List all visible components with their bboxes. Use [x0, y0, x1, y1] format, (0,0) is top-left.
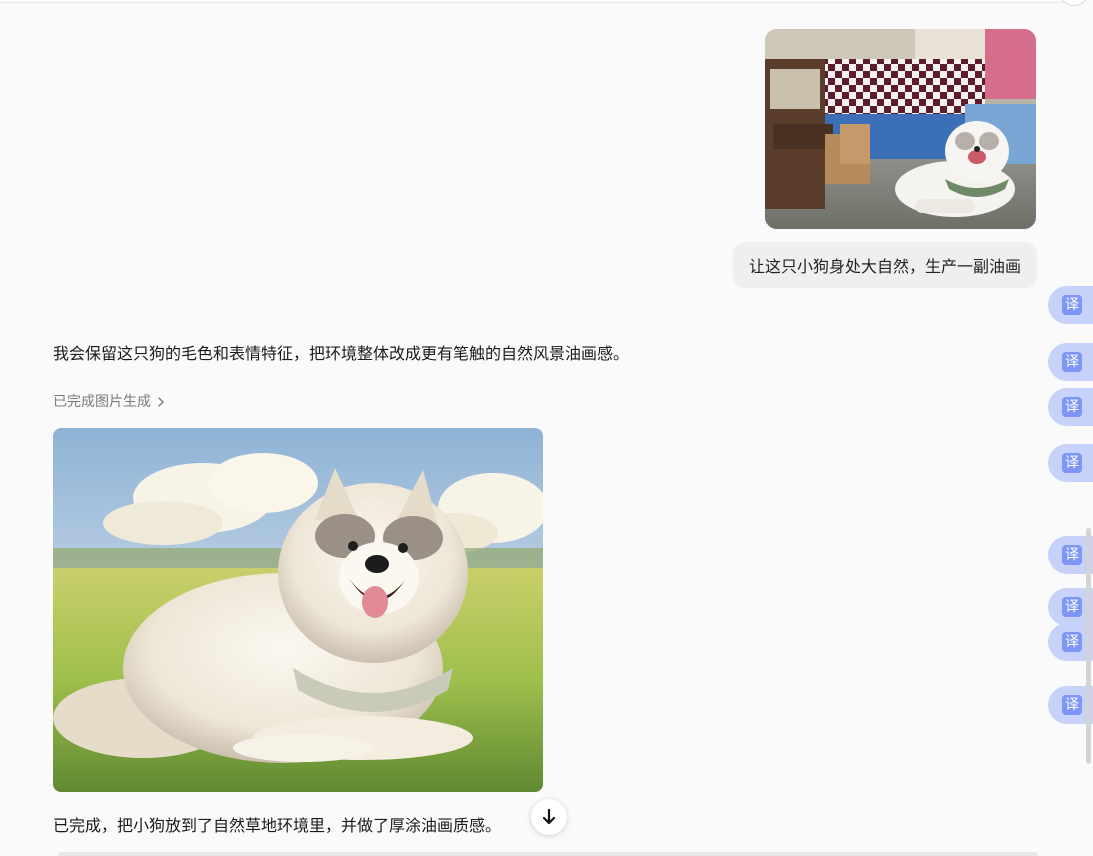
translate-icon: 译 — [1062, 545, 1082, 565]
chevron-right-icon — [158, 397, 164, 407]
user-message-text: 让这只小狗身处大自然，生产一副油画 — [748, 257, 1021, 276]
oil-painting-image — [53, 428, 543, 792]
translate-icon: 译 — [1062, 397, 1082, 417]
translate-icon: 译 — [1062, 632, 1082, 652]
scroll-to-bottom-button[interactable] — [531, 799, 567, 835]
input-area-edge — [58, 852, 1038, 856]
user-uploaded-image[interactable] — [765, 29, 1036, 229]
user-message-bubble: 让这只小狗身处大自然，生产一副油画 — [733, 242, 1037, 288]
assistant-final-text: 已完成，把小狗放到了自然草地环境里，并做了厚涂油画质感。 — [53, 816, 502, 835]
scrollbar[interactable] — [1086, 528, 1091, 764]
generation-status-toggle[interactable]: 已完成图片生成 — [53, 392, 167, 412]
generated-oil-painting[interactable] — [53, 428, 543, 792]
dog-market-photo — [765, 29, 1036, 229]
translate-button[interactable]: 译 — [1048, 286, 1093, 324]
arrow-down-icon — [542, 808, 556, 825]
top-divider — [0, 2, 1070, 3]
translate-button[interactable]: 译 — [1048, 388, 1093, 426]
translate-icon: 译 — [1062, 695, 1082, 715]
corner-button[interactable] — [1058, 0, 1090, 6]
generation-status-text: 已完成图片生成 — [53, 394, 151, 410]
translate-button[interactable]: 译 — [1048, 444, 1093, 482]
translate-icon: 译 — [1062, 597, 1082, 617]
chat-page: 让这只小狗身处大自然，生产一副油画 我会保留这只狗的毛色和表情特征，把环境整体改… — [0, 0, 1093, 856]
translate-button[interactable]: 译 — [1048, 343, 1093, 381]
translate-icon: 译 — [1062, 453, 1082, 473]
translate-icon: 译 — [1062, 352, 1082, 372]
assistant-intro-text: 我会保留这只狗的毛色和表情特征，把环境整体改成更有笔触的自然风景油画感。 — [53, 344, 630, 363]
translate-icon: 译 — [1062, 295, 1082, 315]
